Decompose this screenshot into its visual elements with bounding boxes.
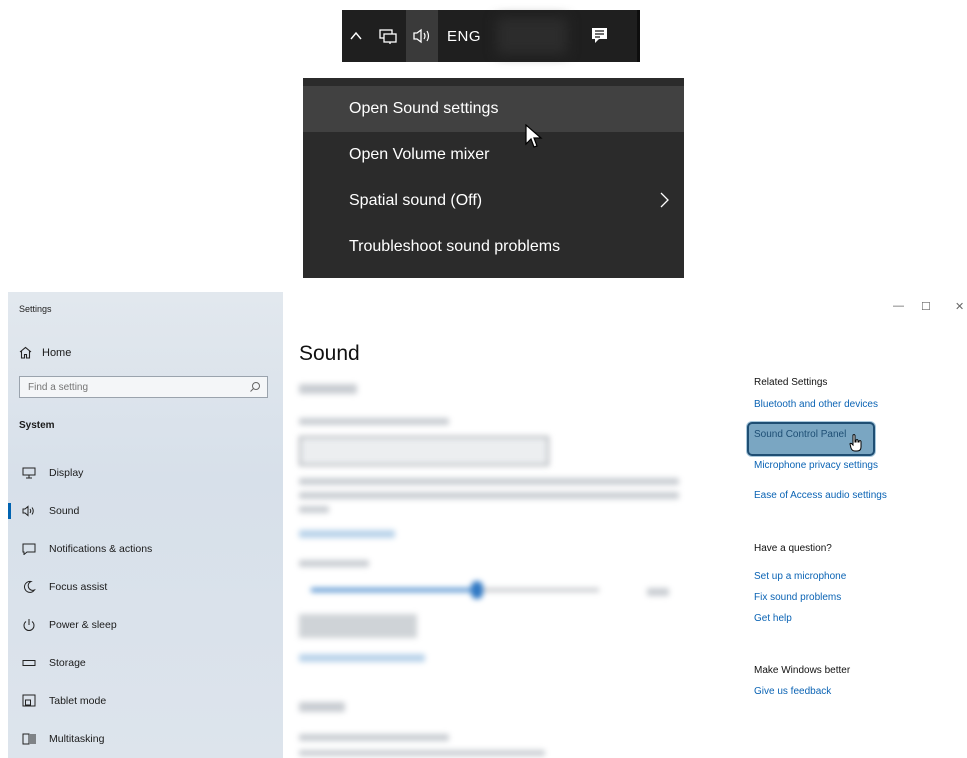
sidebar-item-display[interactable]: Display [8, 454, 283, 492]
hand-cursor-icon [849, 434, 863, 457]
taskbar: ENG [342, 10, 639, 62]
sidebar-item-label: Notifications & actions [49, 543, 153, 555]
chevron-up-icon [349, 29, 363, 43]
network-tray-button[interactable] [372, 10, 404, 62]
home-button[interactable]: Home [19, 346, 71, 359]
mouse-cursor-icon [524, 123, 544, 155]
volume-context-menu: Open Sound settings Open Volume mixer Sp… [303, 78, 684, 278]
sidebar-item-label: Tablet mode [49, 695, 107, 707]
tablet-icon [22, 694, 36, 708]
moon-icon [22, 580, 36, 594]
maximize-button[interactable]: ☐ [921, 300, 931, 313]
show-desktop-button[interactable] [637, 10, 640, 62]
input-language-button[interactable]: ENG [442, 10, 486, 62]
menu-item-label: Open Sound settings [349, 100, 499, 117]
menu-item-open-volume-mixer[interactable]: Open Volume mixer [303, 132, 684, 178]
show-hidden-icons-button[interactable] [342, 10, 370, 62]
minimize-button[interactable]: — [893, 300, 904, 312]
sidebar-item-label: Sound [49, 505, 80, 517]
output-description-blurred-3 [299, 506, 329, 513]
sidebar-item-label: Focus assist [49, 581, 108, 593]
give-feedback-link[interactable]: Give us feedback [754, 686, 831, 697]
have-a-question-heading: Have a question? [754, 543, 832, 554]
ease-of-access-audio-link[interactable]: Ease of Access audio settings [754, 490, 887, 501]
sidebar-item-sound[interactable]: Sound [8, 492, 283, 530]
output-device-dropdown[interactable] [299, 436, 549, 466]
sidebar-item-label: Multitasking [49, 733, 105, 745]
action-center-button[interactable] [582, 10, 618, 62]
manage-sound-devices-link-blurred[interactable] [299, 654, 425, 662]
output-device-label-blurred [299, 418, 449, 425]
volume-tray-button[interactable] [406, 10, 438, 62]
sidebar-item-multitasking[interactable]: Multitasking [8, 720, 283, 758]
output-description-blurred-2 [299, 492, 679, 499]
storage-icon [22, 656, 36, 670]
master-volume-slider[interactable] [299, 581, 601, 599]
sidebar-item-focus-assist[interactable]: Focus assist [8, 568, 283, 606]
make-windows-better-heading: Make Windows better [754, 665, 851, 676]
language-indicator: ENG [446, 27, 481, 45]
menu-item-spatial-sound[interactable]: Spatial sound (Off) [303, 178, 684, 224]
sidebar-item-notifications[interactable]: Notifications & actions [8, 530, 283, 568]
get-help-link[interactable]: Get help [754, 613, 792, 624]
search-icon[interactable] [249, 381, 261, 393]
settings-sidebar: Settings Home System Display Sound Notif… [8, 292, 283, 758]
device-properties-link-blurred[interactable] [299, 530, 395, 538]
chevron-right-icon [658, 190, 670, 210]
troubleshoot-button-blurred[interactable] [299, 614, 417, 638]
speaker-icon [22, 504, 36, 518]
menu-item-troubleshoot-sound[interactable]: Troubleshoot sound problems [303, 224, 684, 270]
input-device-dropdown-blurred [299, 750, 545, 756]
search-box [19, 376, 268, 398]
notification-center-icon [590, 27, 610, 45]
network-icon [379, 28, 397, 44]
clock-area[interactable] [497, 18, 567, 54]
sidebar-item-power-sleep[interactable]: Power & sleep [8, 606, 283, 644]
fix-sound-problems-link[interactable]: Fix sound problems [754, 592, 841, 603]
sidebar-item-tablet-mode[interactable]: Tablet mode [8, 682, 283, 720]
sidebar-item-label: Display [49, 467, 84, 479]
related-settings-heading: Related Settings [754, 377, 828, 388]
sidebar-item-storage[interactable]: Storage [8, 644, 283, 682]
menu-item-label: Troubleshoot sound problems [349, 238, 561, 255]
input-heading-blurred [299, 702, 345, 712]
output-heading-blurred [299, 384, 357, 394]
sidebar-item-label: Power & sleep [49, 619, 117, 631]
power-icon [22, 618, 36, 632]
page-title: Sound [299, 342, 360, 365]
search-input[interactable] [20, 377, 251, 398]
master-volume-label-blurred [299, 560, 369, 567]
app-title: Settings [19, 304, 52, 314]
sound-control-panel-link[interactable]: Sound Control Panel [754, 429, 846, 440]
sidebar-item-label: Storage [49, 657, 86, 669]
microphone-privacy-link[interactable]: Microphone privacy settings [754, 460, 878, 471]
notifications-icon [22, 542, 36, 556]
menu-item-label: Spatial sound (Off) [349, 192, 483, 209]
menu-item-open-sound-settings[interactable]: Open Sound settings [303, 86, 684, 132]
speaker-icon [412, 28, 432, 44]
home-icon [19, 346, 32, 359]
close-button[interactable]: ✕ [955, 300, 964, 313]
multitasking-icon [22, 732, 36, 746]
home-label: Home [42, 346, 72, 359]
bluetooth-devices-link[interactable]: Bluetooth and other devices [754, 399, 878, 410]
section-heading-system: System [19, 420, 55, 431]
volume-value-blurred [647, 588, 669, 596]
menu-item-label: Open Volume mixer [349, 146, 490, 163]
input-device-label-blurred [299, 734, 449, 741]
output-description-blurred [299, 478, 679, 485]
set-up-microphone-link[interactable]: Set up a microphone [754, 571, 846, 582]
display-icon [22, 466, 36, 480]
settings-content: — ☐ ✕ Sound Related Settings Bluetooth a… [283, 292, 967, 758]
